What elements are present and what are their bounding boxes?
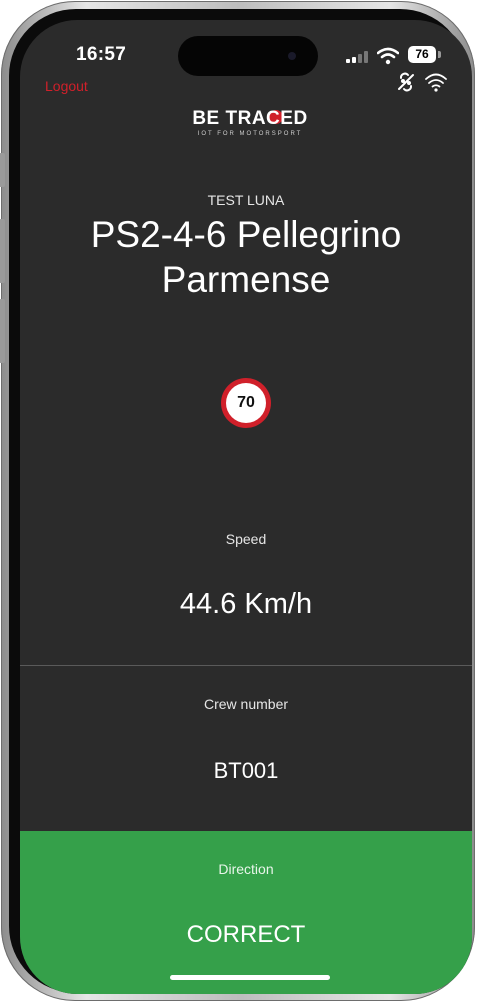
direction-label: Direction [218, 861, 274, 877]
speed-limit-sign-icon: 70 [221, 378, 271, 428]
stage-title: PS2-4-6 Pellegrino Parmense [90, 214, 402, 300]
home-indicator[interactable] [170, 975, 330, 980]
front-camera [288, 52, 296, 60]
speed-label: Speed [225, 531, 267, 547]
direction-status: CORRECT [186, 921, 306, 948]
app-screen: 16:57 76 Logout BE TRACED IOT FOR MOTORS… [20, 20, 472, 994]
volume-down-button [0, 299, 5, 363]
volume-up-button [0, 219, 5, 283]
speed-limit-value: 70 [226, 383, 266, 423]
status-time: 16:57 [76, 44, 127, 65]
be-traced-logo: BE TRACED IOT FOR MOTORSPORT [185, 108, 315, 148]
logo-tagline: IOT FOR MOTORSPORT [197, 131, 303, 137]
crew-number-label: Crew number [203, 696, 289, 712]
gps-off-icon [398, 72, 414, 92]
cellular-signal-icon [346, 51, 370, 63]
logo-text: BE TRACED [192, 108, 308, 129]
speed-value: 44.6 Km/h [179, 588, 313, 620]
action-button [0, 153, 5, 187]
logout-button[interactable]: Logout [45, 78, 88, 94]
battery-icon: 76 [408, 46, 436, 63]
wifi-icon [425, 73, 447, 92]
divider [20, 665, 472, 666]
wifi-status-icon [377, 47, 399, 65]
session-name: TEST LUNA [207, 192, 285, 208]
direction-panel: Direction CORRECT [20, 831, 472, 994]
crew-number-value: BT001 [213, 758, 279, 783]
battery-tip [438, 51, 441, 58]
dynamic-island [178, 36, 318, 76]
